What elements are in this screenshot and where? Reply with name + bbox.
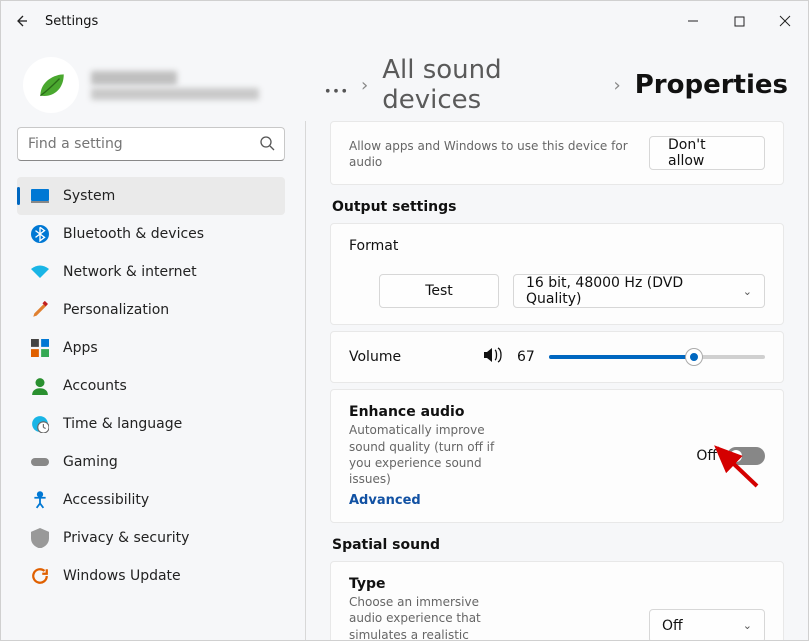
minimize-icon: [687, 15, 699, 27]
profile-text: [91, 71, 259, 100]
nav-label: System: [63, 188, 115, 204]
chevron-right-icon: ›: [614, 75, 621, 96]
close-button[interactable]: [762, 1, 808, 41]
format-value: 16 bit, 48000 Hz (DVD Quality): [526, 275, 733, 307]
nav-item-time[interactable]: Time & language: [17, 405, 285, 443]
volume-card: Volume 67: [330, 331, 784, 383]
search-box[interactable]: [17, 127, 285, 161]
sidebar: System Bluetooth & devices Network & int…: [1, 41, 301, 640]
maximize-icon: [734, 16, 745, 27]
test-button[interactable]: Test: [379, 274, 499, 308]
enhance-title: Enhance audio: [349, 404, 509, 420]
speaker-icon: [483, 346, 503, 368]
nav-item-update[interactable]: Windows Update: [17, 557, 285, 595]
nav-item-accessibility[interactable]: Accessibility: [17, 481, 285, 519]
search-icon: [259, 135, 275, 155]
arrow-left-icon: [13, 13, 29, 29]
person-icon: [31, 377, 49, 395]
enhance-audio-card[interactable]: Enhance audio Automatically improve soun…: [330, 389, 784, 523]
wifi-icon: [31, 263, 49, 281]
volume-slider[interactable]: [549, 347, 765, 367]
format-select[interactable]: 16 bit, 48000 Hz (DVD Quality) ⌄: [513, 274, 765, 308]
nav-label: Personalization: [63, 302, 169, 318]
nav-item-network[interactable]: Network & internet: [17, 253, 285, 291]
nav-item-system[interactable]: System: [17, 177, 285, 215]
chevron-right-icon: ›: [361, 75, 368, 96]
chevron-down-icon: ⌄: [743, 285, 752, 298]
apps-icon: [31, 339, 49, 357]
format-label: Format: [349, 238, 765, 254]
titlebar: Settings: [1, 1, 808, 41]
maximize-button[interactable]: [716, 1, 762, 41]
audio-allow-sub: Allow apps and Windows to use this devic…: [349, 138, 635, 170]
update-icon: [31, 567, 49, 585]
nav-label: Windows Update: [63, 568, 181, 584]
nav-label: Bluetooth & devices: [63, 226, 204, 242]
gamepad-icon: [31, 453, 49, 471]
avatar: [23, 57, 79, 113]
format-card: Format Test 16 bit, 48000 Hz (DVD Qualit…: [330, 223, 784, 325]
breadcrumb: › All sound devices › Properties: [301, 41, 808, 121]
volume-value: 67: [517, 349, 535, 365]
breadcrumb-parent[interactable]: All sound devices: [382, 55, 599, 115]
nav-label: Privacy & security: [63, 530, 189, 546]
breadcrumb-overflow[interactable]: [325, 70, 347, 100]
nav-label: Time & language: [63, 416, 182, 432]
audio-allow-card: Allow apps and Windows to use this devic…: [330, 121, 784, 185]
nav-item-accounts[interactable]: Accounts: [17, 367, 285, 405]
bluetooth-icon: [31, 225, 49, 243]
nav-label: Network & internet: [63, 264, 197, 280]
window-title: Settings: [45, 14, 98, 29]
spatial-type-select[interactable]: Off ⌄: [649, 609, 765, 640]
enhance-advanced-link[interactable]: Advanced: [349, 493, 509, 508]
leaf-icon: [34, 68, 68, 102]
settings-window: Settings: [0, 0, 809, 641]
close-icon: [779, 15, 791, 27]
nav-list: System Bluetooth & devices Network & int…: [17, 177, 285, 595]
dots-icon: [325, 88, 347, 94]
nav-label: Apps: [63, 340, 98, 356]
nav-label: Gaming: [63, 454, 118, 470]
enhance-sub: Automatically improve sound quality (tur…: [349, 422, 509, 487]
nav-label: Accounts: [63, 378, 127, 394]
profile-block[interactable]: [17, 51, 285, 127]
nav-item-gaming[interactable]: Gaming: [17, 443, 285, 481]
accessibility-icon: [31, 491, 49, 509]
minimize-button[interactable]: [670, 1, 716, 41]
spatial-sound-heading: Spatial sound: [332, 537, 784, 553]
spatial-type-sub: Choose an immersive audio experience tha…: [349, 594, 485, 640]
nav-item-personalization[interactable]: Personalization: [17, 291, 285, 329]
annotation-arrow: [705, 440, 765, 490]
search-input[interactable]: [17, 127, 285, 161]
spatial-type-label: Type: [349, 576, 485, 592]
nav-item-privacy[interactable]: Privacy & security: [17, 519, 285, 557]
spatial-type-value: Off: [662, 618, 683, 634]
brush-icon: [31, 301, 49, 319]
spatial-type-card: Type Choose an immersive audio experienc…: [330, 561, 784, 640]
breadcrumb-current: Properties: [635, 70, 788, 100]
display-icon: [31, 187, 49, 205]
nav-item-apps[interactable]: Apps: [17, 329, 285, 367]
shield-icon: [31, 529, 49, 547]
globe-clock-icon: [31, 415, 49, 433]
output-settings-heading: Output settings: [332, 199, 784, 215]
nav-label: Accessibility: [63, 492, 149, 508]
volume-label: Volume: [349, 349, 469, 365]
nav-item-bluetooth[interactable]: Bluetooth & devices: [17, 215, 285, 253]
back-button[interactable]: [1, 13, 41, 29]
chevron-down-icon: ⌄: [743, 619, 752, 632]
dont-allow-button[interactable]: Don't allow: [649, 136, 765, 170]
